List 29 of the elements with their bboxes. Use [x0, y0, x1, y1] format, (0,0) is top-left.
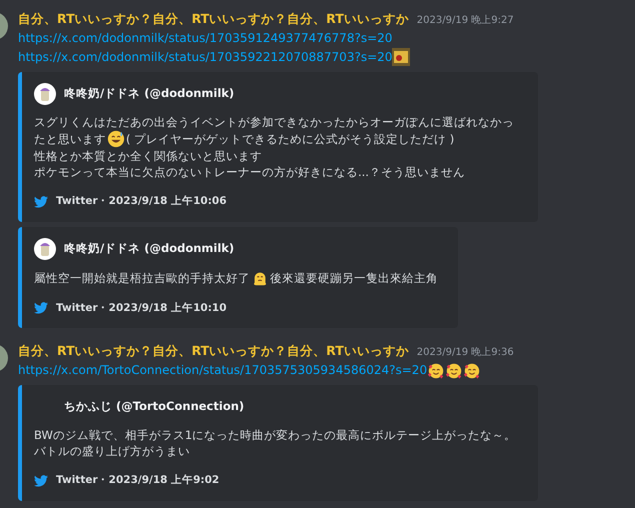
- embed-footer: Twitter・2023/9/18 上午9:02: [56, 473, 220, 489]
- embed-author: 咚咚奶/ドドネ (@dodonmilk): [64, 240, 234, 257]
- bird-icon: [34, 196, 48, 208]
- smiling-hearts-emoji-icon: [463, 362, 482, 380]
- embed-author: 咚咚奶/ドドネ (@dodonmilk): [64, 85, 234, 102]
- embed-text: バトルの盛り上げ方がうまい: [34, 443, 190, 459]
- embed-text: スグリくんはただあの出会うイベントが参加できなかったからオーガぽんに選ばれなかっ: [34, 114, 514, 130]
- bird-icon: [34, 474, 48, 487]
- embed-author: ちかふじ (@TortoConnection): [64, 398, 244, 416]
- smiling-hearts-emoji-icon: [445, 362, 464, 380]
- timestamp: 2023/9/19 晚上9:27: [416, 14, 514, 28]
- tweet-link[interactable]: https://x.com/TortoConnection/status/1703575305934586024?s=20: [18, 361, 428, 380]
- timestamp: 2023/9/19 晚上9:36: [416, 346, 514, 360]
- embed-text: ( プレイヤーがゲットできるために公式がそう設定しただけ ): [126, 130, 454, 147]
- bird-icon: [34, 302, 48, 314]
- embed-footer: Twitter・2023/9/18 上午10:10: [56, 300, 227, 316]
- grinning-sweat-emoji-icon: [107, 130, 125, 148]
- embed-text: BWのジム戦で、相手がラス1になった時曲が変わったの最高にボルテージ上がったな～。: [34, 427, 516, 443]
- embed-text: 性格とか本質とか全く関係ないと思います: [34, 148, 262, 164]
- smiling-hearts-emoji-icon: [427, 362, 446, 380]
- embed-text: たと思います: [34, 130, 106, 147]
- tweet-link[interactable]: https://x.com/dodonmilk/status/1703591249377476778?s=20: [18, 28, 392, 48]
- tweet-link[interactable]: https://x.com/dodonmilk/status/1703592212070887703?s=20: [18, 48, 392, 67]
- embed-text: 屬性空一開始就是梧拉吉歐的手持太好了: [34, 270, 250, 286]
- embed-text: 後來還要硬蹦另一隻出來給主角: [270, 270, 438, 286]
- embed-footer: Twitter・2023/9/18 上午10:06: [56, 194, 227, 210]
- username[interactable]: 自分、RTいいっすか？自分、RTいいっすか？自分、RTいいっすか: [18, 342, 409, 361]
- username[interactable]: 自分、RTいいっすか？自分、RTいいっすか？自分、RTいいっすか: [18, 10, 409, 29]
- embed-text: ポケモンって本当に欠点のないトレーナーの方が好きになる...？そう思いません: [34, 164, 465, 180]
